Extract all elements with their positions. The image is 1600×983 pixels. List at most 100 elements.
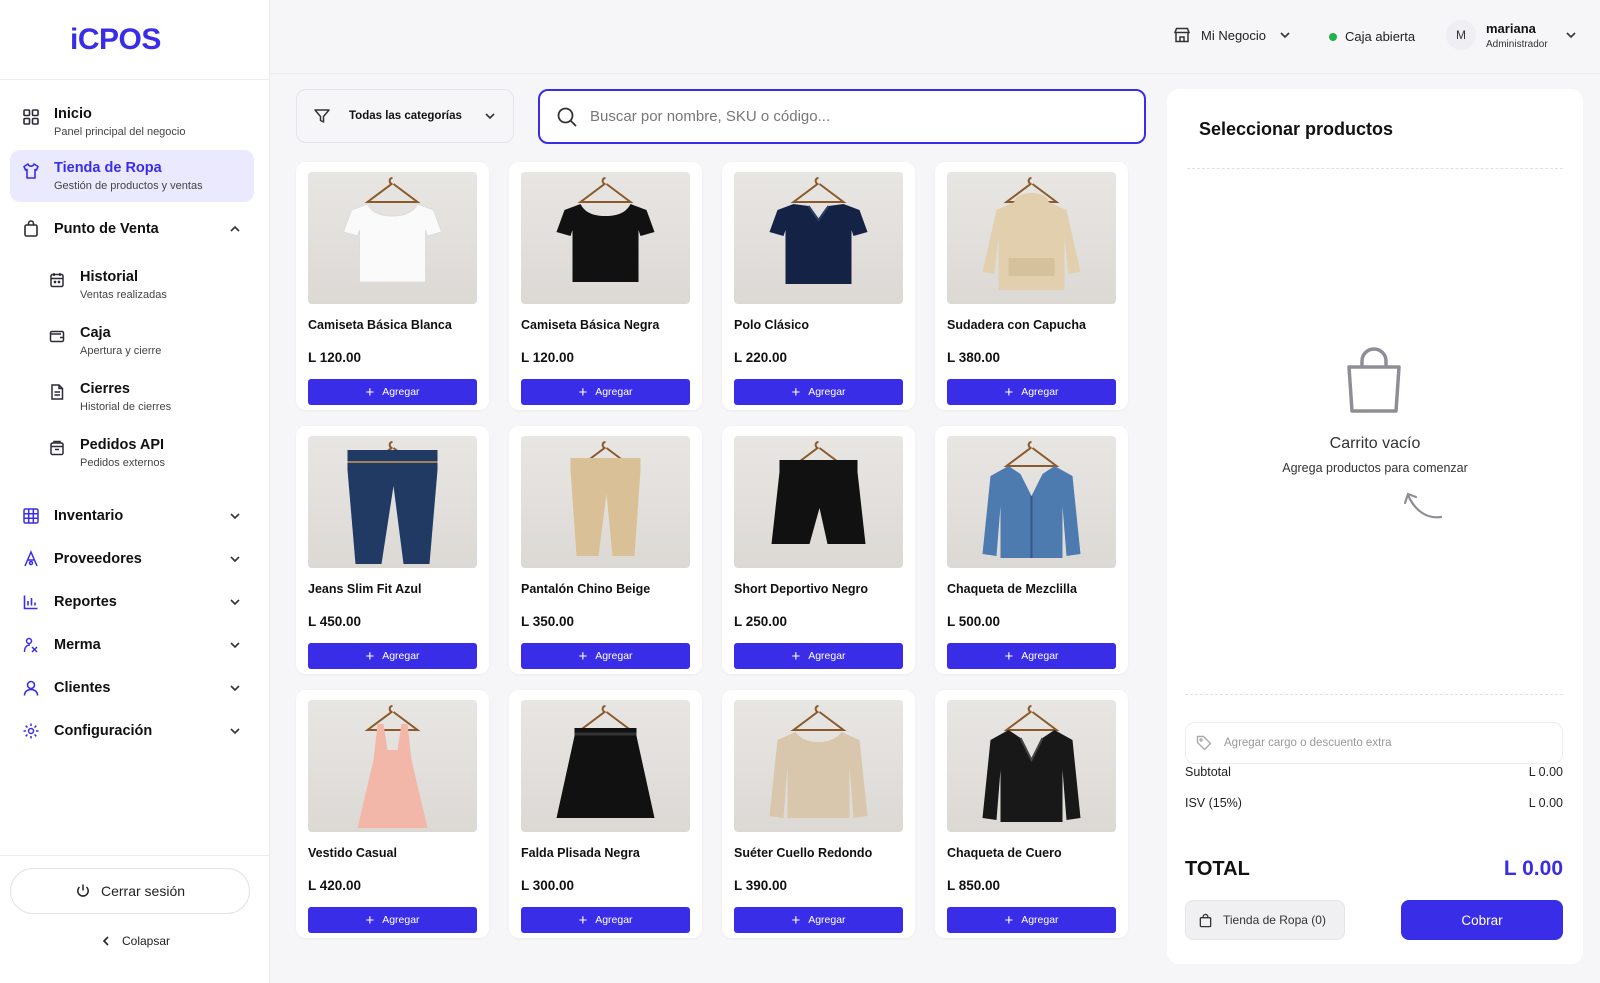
nav-group-reportes[interactable]: Reportes xyxy=(10,580,254,623)
add-label: Agregar xyxy=(808,650,846,662)
total-label: TOTAL xyxy=(1185,857,1250,880)
product-price: L 250.00 xyxy=(734,614,788,629)
product-price: L 390.00 xyxy=(734,878,788,893)
logout-button[interactable]: Cerrar sesión xyxy=(10,868,250,914)
nav-item-pedidos-api[interactable]: Pedidos API Pedidos externos xyxy=(36,428,254,478)
merma-icon xyxy=(23,637,38,653)
nav-group-label: Proveedores xyxy=(54,550,142,567)
add-to-cart-button[interactable]: + Agregar xyxy=(308,643,477,669)
main-nav: Inicio Panel principal del negocio Tiend… xyxy=(10,96,254,484)
user-menu[interactable]: M mariana Administrador xyxy=(1446,20,1578,50)
sidebar-footer: Cerrar sesión Colapsar xyxy=(0,855,270,983)
register-status: Caja abierta xyxy=(1329,29,1415,44)
nav-item-tienda-de-ropa[interactable]: Tienda de Ropa Gestión de productos y ve… xyxy=(10,150,254,202)
nav-item-cierres[interactable]: Cierres Historial de cierres xyxy=(36,372,254,422)
product-name: Sudadera con Capucha xyxy=(947,318,1086,332)
add-to-cart-button[interactable]: + Agregar xyxy=(521,907,690,933)
product-image xyxy=(308,172,477,304)
search-input[interactable] xyxy=(590,108,1128,125)
pos-subnav: Historial Ventas realizadas Caja Apertur… xyxy=(10,260,254,478)
product-illustration xyxy=(769,705,868,818)
product-name: Camiseta Básica Negra xyxy=(521,318,660,332)
file-icon xyxy=(51,384,64,400)
sidebar: iCPOS Inicio Panel principal del negocio… xyxy=(0,0,270,983)
extra-charge-input[interactable]: Agregar cargo o descuento extra xyxy=(1185,722,1563,764)
product-name: Chaqueta de Mezclilla xyxy=(947,582,1077,596)
add-to-cart-button[interactable]: + Agregar xyxy=(947,643,1116,669)
collapse-button[interactable]: Colapsar xyxy=(0,934,270,948)
product-price: L 220.00 xyxy=(734,350,788,365)
plus-icon: + xyxy=(791,911,801,929)
business-selector[interactable]: Mi Negocio xyxy=(1173,26,1292,44)
product-image xyxy=(947,436,1116,568)
top-header: Mi Negocio Caja abierta M mariana Admini… xyxy=(270,0,1600,74)
nav-group-merma[interactable]: Merma xyxy=(10,623,254,666)
product-card[interactable]: Jeans Slim Fit Azul L 450.00 + Agregar xyxy=(296,426,489,674)
category-filter[interactable]: Todas las categorías xyxy=(296,89,514,143)
nav-item-label: Caja xyxy=(80,325,111,341)
nav-group-inventario[interactable]: Inventario xyxy=(10,494,254,537)
product-image xyxy=(521,172,690,304)
chevron-down-icon xyxy=(230,555,240,562)
bar-chart-icon xyxy=(23,595,38,609)
chevron-down-icon xyxy=(230,727,240,734)
product-card[interactable]: Suéter Cuello Redondo L 390.00 + Agregar xyxy=(722,690,915,938)
nav-group-punto-de-venta[interactable]: Punto de Venta xyxy=(10,210,254,248)
add-label: Agregar xyxy=(1021,914,1059,926)
user-role: Administrador xyxy=(1486,38,1548,50)
nav-item-inicio[interactable]: Inicio Panel principal del negocio xyxy=(10,96,254,148)
product-illustration xyxy=(357,705,428,828)
search-icon xyxy=(557,107,577,127)
add-to-cart-button[interactable]: + Agregar xyxy=(734,379,903,405)
nav-group-label: Merma xyxy=(54,636,101,653)
store-cart-chip[interactable]: Tienda de Ropa (0) xyxy=(1185,900,1345,940)
product-name: Pantalón Chino Beige xyxy=(521,582,651,596)
shopping-bag-icon xyxy=(24,220,38,237)
plus-icon: + xyxy=(365,383,375,401)
add-to-cart-button[interactable]: + Agregar xyxy=(521,643,690,669)
extra-charge-placeholder: Agregar cargo o descuento extra xyxy=(1224,737,1392,749)
product-card[interactable]: Falda Plisada Negra L 300.00 + Agregar xyxy=(509,690,702,938)
register-status-text: Caja abierta xyxy=(1345,29,1416,44)
product-name: Falda Plisada Negra xyxy=(521,846,640,860)
add-to-cart-button[interactable]: + Agregar xyxy=(734,907,903,933)
product-card[interactable]: Polo Clásico L 220.00 + Agregar xyxy=(722,162,915,410)
add-label: Agregar xyxy=(808,386,846,398)
product-illustration xyxy=(556,705,655,818)
add-to-cart-button[interactable]: + Agregar xyxy=(308,907,477,933)
product-card[interactable]: Sudadera con Capucha L 380.00 + Agregar xyxy=(935,162,1128,410)
product-card[interactable]: Short Deportivo Negro L 250.00 + Agregar xyxy=(722,426,915,674)
nav-item-historial[interactable]: Historial Ventas realizadas xyxy=(36,260,254,310)
nav-group-clientes[interactable]: Clientes xyxy=(10,666,254,709)
product-image xyxy=(947,700,1116,832)
user-icon xyxy=(23,680,39,696)
add-to-cart-button[interactable]: + Agregar xyxy=(308,379,477,405)
product-card[interactable]: Chaqueta de Cuero L 850.00 + Agregar xyxy=(935,690,1128,938)
add-to-cart-button[interactable]: + Agregar xyxy=(521,379,690,405)
plus-icon: + xyxy=(1004,383,1014,401)
nav-item-label: Inicio xyxy=(54,106,92,122)
app-logo[interactable]: iCPOS xyxy=(70,23,161,57)
product-name: Jeans Slim Fit Azul xyxy=(308,582,422,596)
product-price: L 420.00 xyxy=(308,878,362,893)
nav-group-configuracion[interactable]: Configuración xyxy=(10,709,254,752)
nav-group-label: Configuración xyxy=(54,722,153,739)
add-to-cart-button[interactable]: + Agregar xyxy=(947,907,1116,933)
avatar: M xyxy=(1446,20,1476,50)
chevron-down-icon xyxy=(485,113,495,120)
product-card[interactable]: Vestido Casual L 420.00 + Agregar xyxy=(296,690,489,938)
product-card[interactable]: Camiseta Básica Blanca L 120.00 + Agregar xyxy=(296,162,489,410)
add-to-cart-button[interactable]: + Agregar xyxy=(947,379,1116,405)
product-card[interactable]: Chaqueta de Mezclilla L 500.00 + Agregar xyxy=(935,426,1128,674)
checkout-button[interactable]: Cobrar xyxy=(1401,900,1563,940)
product-card[interactable]: Pantalón Chino Beige L 350.00 + Agregar xyxy=(509,426,702,674)
nav-group-proveedores[interactable]: Proveedores xyxy=(10,537,254,580)
nav-item-caja[interactable]: Caja Apertura y cierre xyxy=(36,316,254,366)
product-image xyxy=(947,172,1116,304)
product-card[interactable]: Camiseta Básica Negra L 120.00 + Agregar xyxy=(509,162,702,410)
add-to-cart-button[interactable]: + Agregar xyxy=(734,643,903,669)
add-label: Agregar xyxy=(808,914,846,926)
product-name: Vestido Casual xyxy=(308,846,397,860)
divider xyxy=(1187,168,1563,169)
nav-item-sub: Panel principal del negocio xyxy=(54,126,186,138)
